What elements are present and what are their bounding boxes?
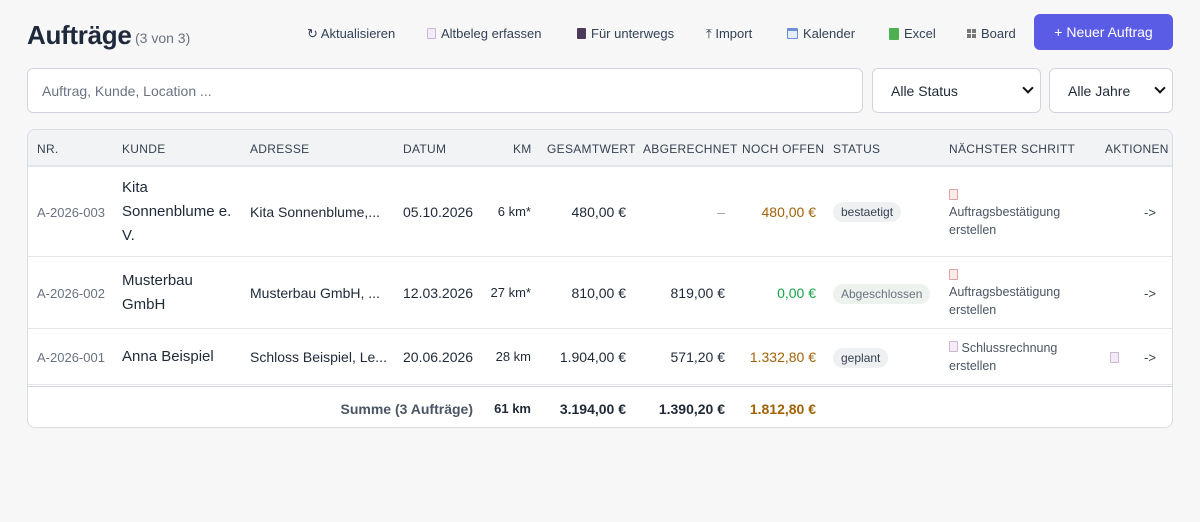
date: 20.06.2026 [403, 349, 474, 365]
col-kunde[interactable]: KUNDE [122, 142, 166, 156]
status-select[interactable]: Alle Status [872, 68, 1041, 113]
sum-label: Summe (3 Aufträge) [340, 401, 473, 417]
open-value: 1.332,80 € [749, 349, 816, 365]
status-badge: bestaetigt [833, 202, 902, 222]
billed-value: – [717, 204, 725, 220]
next-step-link[interactable]: Auftragsbestätigung erstellen [949, 267, 1079, 319]
order-number: A-2026-002 [37, 286, 105, 301]
sum-billed: 1.390,20 € [658, 401, 725, 417]
sum-row: Summe (3 Aufträge) 61 km 3.194,00 € 1.39… [28, 386, 1172, 427]
chevron-down-icon [1022, 82, 1034, 94]
document-icon [949, 189, 958, 200]
calendar-icon [787, 28, 798, 39]
col-status[interactable]: STATUS [833, 142, 880, 156]
date: 05.10.2026 [403, 204, 474, 220]
order-number: A-2026-001 [37, 350, 105, 365]
open-action[interactable]: -> [1144, 205, 1156, 220]
col-abgerechnet[interactable]: ABGERECHNET [643, 142, 738, 156]
search-input[interactable] [27, 68, 863, 113]
table-row[interactable]: A-2026-001 Anna Beispiel Schloss Beispie… [28, 329, 1172, 385]
col-adresse[interactable]: ADRESSE [250, 142, 309, 156]
refresh-label: ↻ Aktualisieren [307, 26, 396, 41]
excel-icon [889, 27, 899, 40]
sum-km: 61 km [494, 401, 531, 416]
distance: 28 km [495, 349, 531, 364]
excel-button[interactable]: Excel [889, 26, 936, 41]
orders-table: NR. KUNDE ADRESSE DATUM KM GESAMTWERT AB… [27, 129, 1173, 428]
table-header: NR. KUNDE ADRESSE DATUM KM GESAMTWERT AB… [28, 130, 1172, 167]
billed-value: 571,20 € [670, 349, 726, 365]
next-step-label: Auftragsbestätigung erstellen [949, 285, 1061, 317]
kalender-label: Kalender [803, 26, 856, 41]
date: 12.03.2026 [403, 285, 474, 301]
distance: 27 km* [490, 285, 531, 300]
open-action[interactable]: -> [1144, 350, 1156, 365]
col-gesamtwert[interactable]: GESAMTWERT [547, 142, 636, 156]
status-badge: geplant [833, 348, 889, 368]
unterwegs-label: Für unterwegs [591, 26, 675, 41]
col-nr[interactable]: NR. [37, 142, 59, 156]
open-value: 0,00 € [777, 285, 816, 301]
board-label: Board [981, 26, 1016, 41]
address: Kita Sonnenblume,... [250, 204, 380, 220]
table-row[interactable]: A-2026-003 Kita Sonnenblume e. V. Kita S… [28, 167, 1172, 257]
billed-value: 819,00 € [670, 285, 726, 301]
new-order-button[interactable]: + Neuer Auftrag [1034, 14, 1173, 50]
customer-name: Kita Sonnenblume e. V. [122, 179, 232, 244]
address: Schloss Beispiel, Le... [250, 349, 387, 365]
next-step-label: Auftragsbestätigung erstellen [949, 205, 1061, 237]
book-icon [577, 28, 586, 39]
open-value: 480,00 € [761, 204, 817, 220]
page-header: Aufträge (3 von 3) ↻ Aktualisieren Altbe… [27, 14, 1173, 58]
sum-open: 1.812,80 € [749, 401, 816, 417]
status-badge: Abgeschlossen [833, 284, 931, 304]
refresh-button[interactable]: ↻ Aktualisieren [307, 26, 395, 42]
col-naechster-schritt: NÄCHSTER SCHRITT [949, 142, 1076, 156]
year-select-value: Alle Jahre [1068, 82, 1131, 99]
import-button[interactable]: ⤒ Import [706, 26, 752, 42]
document-icon [949, 341, 958, 352]
total-value: 810,00 € [571, 285, 627, 301]
sum-total: 3.194,00 € [559, 401, 626, 417]
distance: 6 km* [497, 204, 531, 219]
altbeleg-button[interactable]: Altbeleg erfassen [427, 26, 541, 41]
excel-label: Excel [904, 26, 936, 41]
address: Musterbau GmbH, ... [250, 285, 380, 301]
open-action[interactable]: -> [1144, 286, 1156, 301]
order-number: A-2026-003 [37, 205, 105, 220]
page-title: Aufträge [27, 20, 132, 50]
customer-name: Musterbau GmbH [122, 272, 193, 313]
board-button[interactable]: Board [967, 26, 1016, 41]
unterwegs-button[interactable]: Für unterwegs [577, 26, 674, 41]
document-action-icon[interactable] [1110, 350, 1119, 366]
customer-name: Anna Beispiel [122, 348, 214, 365]
document-icon [427, 28, 436, 39]
import-label: ⤒ Import [706, 26, 753, 41]
kalender-button[interactable]: Kalender [787, 26, 855, 41]
total-value: 1.904,00 € [559, 349, 626, 365]
year-select[interactable]: Alle Jahre [1049, 68, 1173, 113]
document-icon [949, 269, 958, 280]
table-row[interactable]: A-2026-002 Musterbau GmbH Musterbau GmbH… [28, 257, 1172, 329]
altbeleg-label: Altbeleg erfassen [441, 26, 542, 41]
chevron-down-icon [1154, 82, 1166, 94]
col-aktionen: AKTIONEN [1105, 142, 1169, 156]
col-noch-offen[interactable]: NOCH OFFEN [742, 142, 824, 156]
col-km[interactable]: KM [513, 142, 532, 156]
total-value: 480,00 € [571, 204, 627, 220]
document-icon [1110, 352, 1119, 363]
next-step-link[interactable]: Auftragsbestätigung erstellen [949, 187, 1079, 239]
next-step-label: Schlussrechnung erstellen [949, 341, 1058, 373]
status-select-value: Alle Status [891, 82, 958, 99]
next-step-link[interactable]: Schlussrechnung erstellen [949, 339, 1079, 375]
order-count: (3 von 3) [135, 30, 191, 46]
grid-icon [967, 29, 976, 38]
col-datum[interactable]: DATUM [403, 142, 446, 156]
